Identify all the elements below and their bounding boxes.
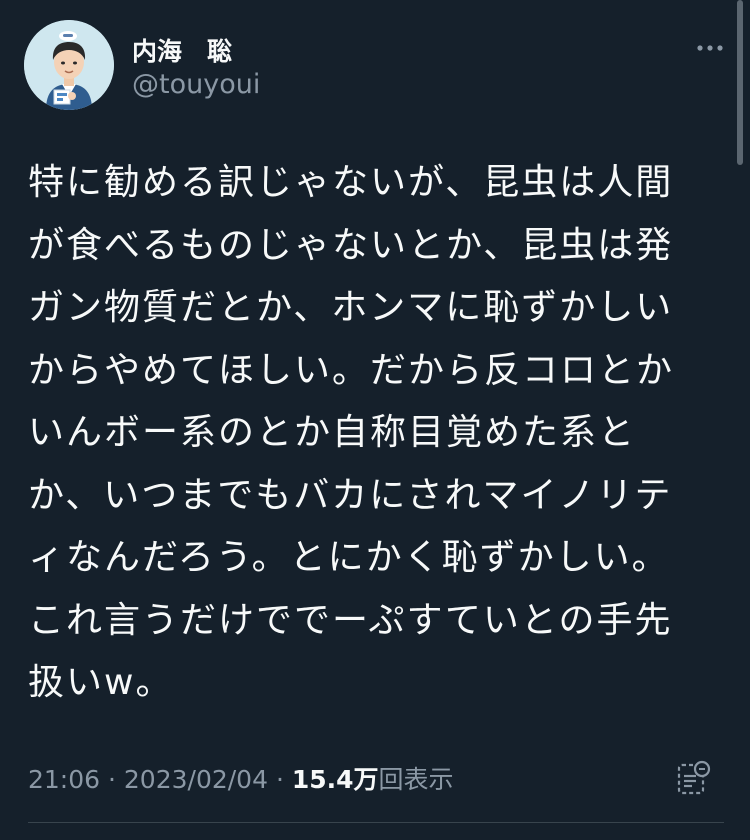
tweet-text-line: からやめてほしい。だから反コロとか	[28, 349, 675, 391]
tweet-text-line: が食べるものじゃないとか、昆虫は発	[28, 224, 674, 266]
analytics-icon	[677, 760, 711, 795]
avatar-illustration	[24, 20, 114, 110]
views-label: 回表示	[378, 765, 454, 794]
scrollbar-thumb[interactable]	[737, 0, 743, 165]
user-handle[interactable]: @touyoui	[132, 69, 260, 100]
tweet-text: 特に勧める訳じゃないが、昆虫は人間 が食べるものじゃないとか、昆虫は発 ガン物質…	[28, 152, 728, 715]
views-count: 15.4万	[291, 765, 379, 794]
tweet-text-line: 扱いw。	[28, 662, 174, 703]
tweet-text-line: 特に勧める訳じゃないが、昆虫は人間	[28, 162, 674, 203]
meta-separator: ·	[275, 765, 284, 794]
meta-separator: ·	[108, 765, 116, 794]
analytics-button[interactable]	[674, 758, 714, 798]
tweet: 内海 聡 @touyoui 特に勧める訳じゃないが、昆虫は人間 が食べるものじゃ…	[0, 0, 750, 840]
avatar[interactable]	[24, 20, 114, 110]
tweet-text-line: か、いつまでもバカにされマイノリテ	[28, 474, 673, 516]
tweet-date[interactable]: 2023/02/04	[124, 765, 268, 794]
tweet-text-line: いんボー系のとか自称目覚めた系と	[28, 412, 637, 453]
divider	[28, 822, 724, 823]
tweet-meta: 21:06 · 2023/02/04 · 15.4万回表示	[28, 760, 454, 796]
tweet-text-line: ィなんだろう。とにかく恥ずかしい。	[28, 537, 670, 578]
more-horizontal-icon	[697, 45, 723, 51]
tweet-text-line: これ言うだけででーぷすていとの手先	[28, 599, 673, 641]
tweet-time[interactable]: 21:06	[28, 765, 100, 794]
more-button[interactable]	[688, 30, 732, 66]
display-name[interactable]: 内海 聡	[132, 32, 232, 68]
tweet-text-line: ガン物質だとか、ホンマに恥ずかしい	[28, 287, 674, 328]
